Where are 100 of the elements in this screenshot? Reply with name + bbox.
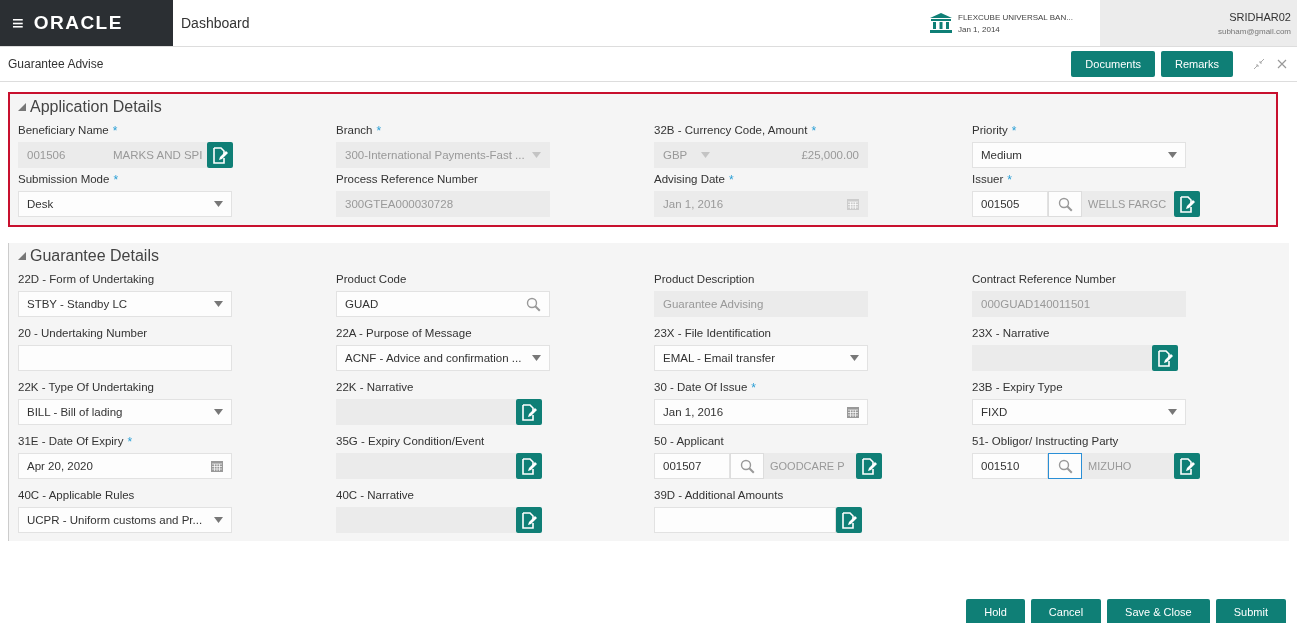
required-mark: * xyxy=(127,435,133,449)
code-field[interactable]: 001505 xyxy=(972,191,1048,217)
code-field[interactable]: 001510 xyxy=(972,453,1048,479)
page-title: Dashboard xyxy=(181,15,251,31)
search-icon xyxy=(526,296,541,312)
minimize-icon[interactable] xyxy=(1253,58,1265,70)
calendar-icon xyxy=(847,406,859,418)
field-label: 35G - Expiry Condition/Event xyxy=(336,435,485,447)
action-button[interactable]: Save & Close xyxy=(1107,599,1210,623)
entity-name: FLEXCUBE UNIVERSAL BAN... xyxy=(958,12,1073,22)
edit-button[interactable] xyxy=(1174,191,1200,217)
dropdown-field[interactable]: UCPR - Uniform customs and Pr... xyxy=(18,507,232,533)
document-edit-icon xyxy=(1179,195,1195,213)
dropdown-field[interactable]: Desk xyxy=(18,191,232,217)
edit-button[interactable] xyxy=(836,507,862,533)
field-label: Submission Mode xyxy=(18,173,110,185)
dropdown-caret-icon xyxy=(532,355,541,361)
field-label: 22K - Type Of Undertaking xyxy=(18,381,154,393)
date-field[interactable]: Jan 1, 2016 xyxy=(654,399,868,425)
dropdown-caret-icon xyxy=(214,201,223,207)
field-label: 23X - File Identification xyxy=(654,327,771,339)
search-field[interactable]: GUAD xyxy=(336,291,550,317)
field-label: 40C - Applicable Rules xyxy=(18,489,135,501)
calendar-icon xyxy=(847,198,859,210)
field-label: Priority xyxy=(972,124,1008,136)
field-label: 23B - Expiry Type xyxy=(972,381,1063,393)
user-email: subham@gmail.com xyxy=(1217,26,1291,36)
edit-button[interactable] xyxy=(1152,345,1178,371)
collapse-caret-icon[interactable] xyxy=(18,103,26,111)
dropdown-field[interactable]: ACNF - Advice and confirmation ... xyxy=(336,345,550,371)
logo: ORACLE xyxy=(33,12,123,34)
required-mark: * xyxy=(751,381,756,395)
dropdown-caret-icon xyxy=(850,355,859,361)
action-button[interactable]: Cancel xyxy=(1030,599,1102,623)
document-edit-icon xyxy=(841,511,857,529)
dropdown-field[interactable]: FIXD xyxy=(972,399,1186,425)
edit-button[interactable] xyxy=(856,453,882,479)
field-label: Issuer xyxy=(972,173,1004,185)
document-edit-icon xyxy=(212,146,228,164)
search-icon xyxy=(1057,458,1073,474)
action-button[interactable]: Hold xyxy=(966,599,1025,623)
edit-button[interactable] xyxy=(516,507,542,533)
required-mark: * xyxy=(112,124,118,138)
name-field: MARKS AND SPI xyxy=(108,142,207,168)
dropdown-field[interactable]: EMAL - Email transfer xyxy=(654,345,868,371)
field-label: 30 - Date Of Issue xyxy=(654,381,748,393)
field-label: 39D - Additional Amounts xyxy=(654,489,784,501)
field-label: Contract Reference Number xyxy=(972,273,1116,285)
document-edit-icon xyxy=(521,511,537,529)
section-title: Application Details xyxy=(30,98,162,116)
name-field: GOODCARE P xyxy=(764,453,856,479)
field-label: 22D - Form of Undertaking xyxy=(18,273,155,285)
narrative-field[interactable] xyxy=(654,507,836,533)
dropdown-caret-icon xyxy=(214,409,223,415)
required-mark: * xyxy=(1007,173,1012,187)
bank-icon xyxy=(930,13,952,33)
edit-button[interactable] xyxy=(516,453,542,479)
screen-title: Guarantee Advise xyxy=(8,57,105,71)
document-edit-icon xyxy=(521,403,537,421)
field-label: Product Code xyxy=(336,273,407,285)
dropdown-caret-icon xyxy=(532,152,541,158)
dropdown-field[interactable]: Medium xyxy=(972,142,1186,168)
document-edit-icon xyxy=(861,457,877,475)
field-label: 40C - Narrative xyxy=(336,489,414,501)
document-edit-icon xyxy=(1179,457,1195,475)
code-field[interactable]: 001507 xyxy=(654,453,730,479)
search-icon xyxy=(1057,196,1073,212)
field-label: 31E - Date Of Expiry xyxy=(18,435,124,447)
field-label: 23X - Narrative xyxy=(972,327,1050,339)
edit-button[interactable] xyxy=(516,399,542,425)
field-label: 22K - Narrative xyxy=(336,381,414,393)
toolbar-button[interactable]: Documents xyxy=(1071,51,1155,77)
required-mark: * xyxy=(1011,124,1017,138)
name-field: MIZUHO xyxy=(1082,453,1174,479)
dropdown-caret-icon xyxy=(214,301,223,307)
field-label: Advising Date xyxy=(654,173,725,185)
section-title: Guarantee Details xyxy=(30,247,159,265)
dropdown-caret-icon xyxy=(1168,152,1177,158)
field-label: Beneficiary Name xyxy=(18,124,109,136)
date-field[interactable]: Apr 20, 2020 xyxy=(18,453,232,479)
user-name: SRIDHAR02 xyxy=(1229,10,1291,23)
menu-icon[interactable]: ≡ xyxy=(12,11,24,35)
dropdown-caret-icon xyxy=(701,152,711,158)
dropdown-field[interactable]: BILL - Bill of lading xyxy=(18,399,232,425)
dropdown-field[interactable]: STBY - Standby LC xyxy=(18,291,232,317)
search-button[interactable] xyxy=(1048,453,1082,479)
document-edit-icon xyxy=(521,457,537,475)
edit-button[interactable] xyxy=(1174,453,1200,479)
field-label: 51- Obligor/ Instructing Party xyxy=(972,435,1119,447)
field-label: Branch xyxy=(336,124,373,136)
text-field[interactable] xyxy=(18,345,232,371)
collapse-caret-icon[interactable] xyxy=(18,252,26,260)
required-mark: * xyxy=(811,124,817,138)
toolbar-button[interactable]: Remarks xyxy=(1161,51,1233,77)
calendar-icon xyxy=(211,460,223,472)
dropdown-caret-icon xyxy=(1168,409,1177,415)
action-button[interactable]: Submit xyxy=(1215,599,1286,623)
close-icon[interactable] xyxy=(1277,59,1287,69)
name-field: WELLS FARGC xyxy=(1082,191,1174,217)
edit-button[interactable] xyxy=(207,142,233,168)
